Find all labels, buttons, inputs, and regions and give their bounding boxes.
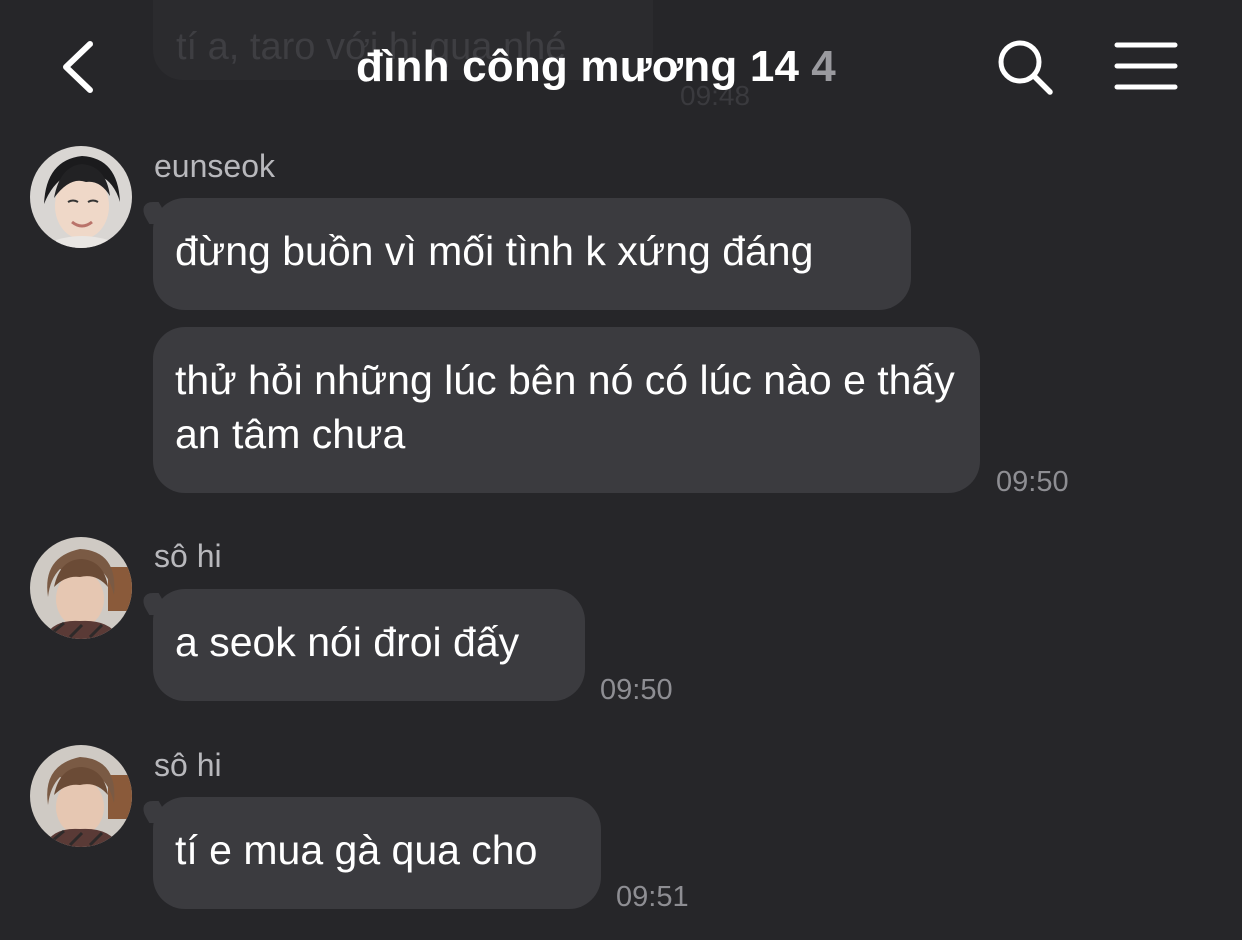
search-icon[interactable]	[996, 38, 1054, 96]
member-count: 4	[811, 42, 836, 91]
sender-name: sô hi	[154, 747, 222, 783]
message-bubble[interactable]: đừng buồn vì mối tình k xứng đáng	[153, 198, 911, 310]
message-text: tí e mua gà qua cho	[175, 827, 538, 873]
avatar-so-hi[interactable]	[30, 745, 132, 847]
message-text: đừng buồn vì mối tình k xứng đáng	[175, 228, 814, 274]
message-bubble[interactable]: tí e mua gà qua cho	[153, 797, 601, 909]
message-text: a seok nói đroi đấy	[175, 619, 520, 665]
message-text: thử hỏi những lúc bên nó có lúc nào e th…	[175, 357, 955, 457]
avatar-eunseok[interactable]	[30, 146, 132, 248]
message-time: 09:50	[600, 674, 673, 706]
message-time: 09:51	[616, 881, 689, 913]
hamburger-menu-icon[interactable]	[1114, 40, 1178, 92]
message-time: 09:50	[996, 466, 1069, 498]
chevron-left-icon[interactable]	[56, 38, 100, 96]
message-bubble[interactable]: thử hỏi những lúc bên nó có lúc nào e th…	[153, 327, 980, 493]
sender-name: eunseok	[154, 148, 275, 184]
chat-title: đình công mương 14 4	[356, 42, 836, 92]
avatar-so-hi[interactable]	[30, 537, 132, 639]
chat-name: đình công mương 14	[356, 42, 800, 91]
message-bubble[interactable]: a seok nói đroi đấy	[153, 589, 585, 701]
sender-name: sô hi	[154, 538, 222, 574]
chat-header: đình công mương 14 4	[0, 0, 1242, 135]
